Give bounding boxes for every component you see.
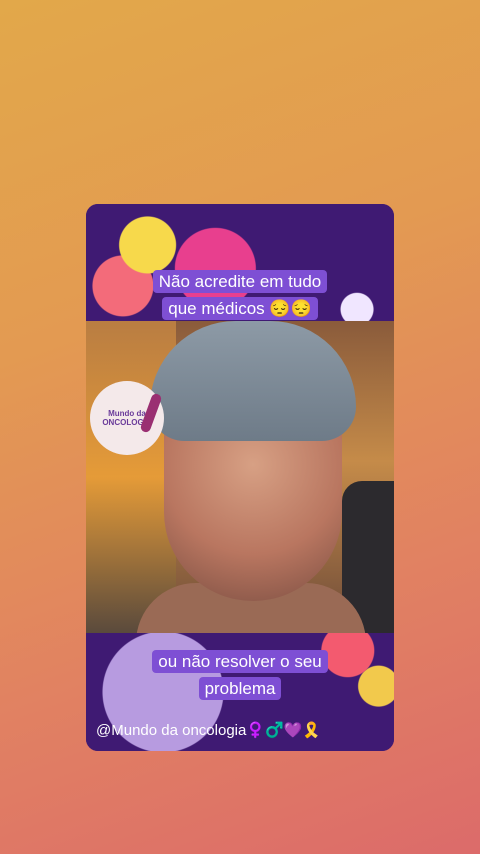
account-handle[interactable]: @Mundo da oncologia♀️♂️💜🎗️	[96, 721, 321, 739]
bottom-caption-line1: ou não resolver o seu	[152, 650, 328, 673]
video-frame[interactable]: Mundo da ONCOLOGIA	[86, 321, 394, 633]
person-beanie	[150, 321, 356, 441]
top-caption-line2: que médicos 😔😔	[162, 297, 318, 320]
handle-text: @Mundo da oncologia	[96, 722, 247, 739]
handle-icons: ♀️♂️💜🎗️	[246, 721, 322, 739]
bottom-caption: ou não resolver o seu problema	[86, 648, 394, 702]
top-caption: Não acredite em tudo que médicos 😔😔	[86, 268, 394, 322]
bottom-caption-line2: problema	[198, 677, 282, 700]
top-caption-line1: Não acredite em tudo	[152, 270, 328, 293]
story-card[interactable]: Mundo da ONCOLOGIA Não acredite em tudo …	[86, 204, 394, 751]
oncology-logo: Mundo da ONCOLOGIA	[90, 381, 164, 455]
